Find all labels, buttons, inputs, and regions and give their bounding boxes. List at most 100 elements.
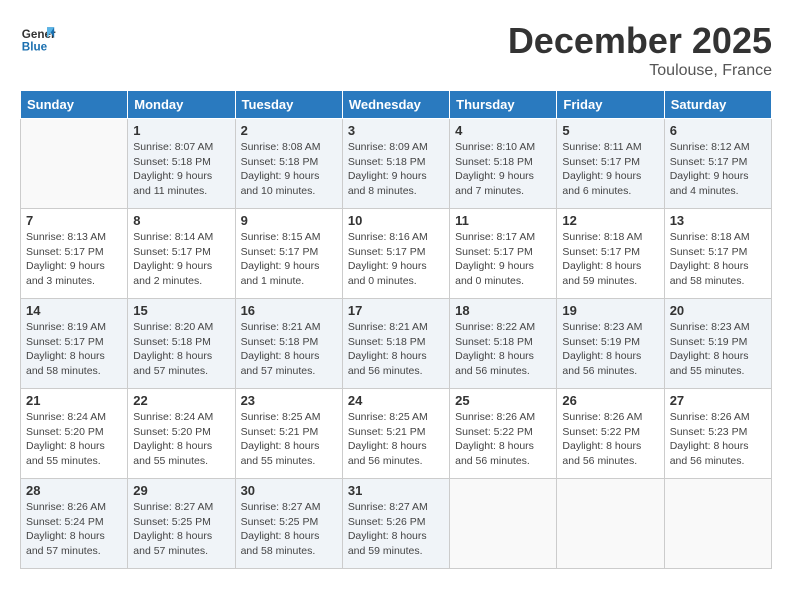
calendar-cell: 20 Sunrise: 8:23 AMSunset: 5:19 PMDayligh… <box>664 299 771 389</box>
calendar-cell <box>664 479 771 569</box>
calendar-cell: 19 Sunrise: 8:23 AMSunset: 5:19 PMDayligh… <box>557 299 664 389</box>
calendar-cell: 5 Sunrise: 8:11 AMSunset: 5:17 PMDaylight… <box>557 119 664 209</box>
calendar-week-row: 21 Sunrise: 8:24 AMSunset: 5:20 PMDayligh… <box>21 389 772 479</box>
day-info: Sunrise: 8:25 AMSunset: 5:21 PMDaylight:… <box>348 410 444 469</box>
calendar-cell: 8Sunrise: 8:14 AMSunset: 5:17 PMDaylight… <box>128 209 235 299</box>
day-info: Sunrise: 8:17 AMSunset: 5:17 PMDaylight:… <box>455 230 551 289</box>
day-number: 14 <box>26 303 122 318</box>
day-info: Sunrise: 8:25 AMSunset: 5:21 PMDaylight:… <box>241 410 337 469</box>
calendar-cell: 2Sunrise: 8:08 AMSunset: 5:18 PMDaylight… <box>235 119 342 209</box>
day-info: Sunrise: 8:18 AMSunset: 5:17 PMDaylight:… <box>562 230 658 289</box>
day-info: Sunrise: 8:11 AMSunset: 5:17 PMDaylight:… <box>562 140 658 199</box>
day-info: Sunrise: 8:07 AMSunset: 5:18 PMDaylight:… <box>133 140 229 199</box>
calendar-cell: 28 Sunrise: 8:26 AMSunset: 5:24 PMDayligh… <box>21 479 128 569</box>
day-info: Sunrise: 8:14 AMSunset: 5:17 PMDaylight:… <box>133 230 229 289</box>
day-number: 25 <box>455 393 551 408</box>
day-info: Sunrise: 8:24 AMSunset: 5:20 PMDaylight:… <box>133 410 229 469</box>
calendar-cell: 16 Sunrise: 8:21 AMSunset: 5:18 PMDayligh… <box>235 299 342 389</box>
logo-icon: General Blue <box>20 20 56 56</box>
column-header-wednesday: Wednesday <box>342 91 449 119</box>
day-number: 26 <box>562 393 658 408</box>
day-number: 12 <box>562 213 658 228</box>
day-number: 19 <box>562 303 658 318</box>
day-number: 10 <box>348 213 444 228</box>
day-number: 21 <box>26 393 122 408</box>
day-number: 22 <box>133 393 229 408</box>
calendar-cell <box>557 479 664 569</box>
day-info: Sunrise: 8:23 AMSunset: 5:19 PMDaylight:… <box>670 320 766 379</box>
day-number: 31 <box>348 483 444 498</box>
calendar-cell: 12 Sunrise: 8:18 AMSunset: 5:17 PMDayligh… <box>557 209 664 299</box>
calendar-cell: 24 Sunrise: 8:25 AMSunset: 5:21 PMDayligh… <box>342 389 449 479</box>
calendar-cell <box>450 479 557 569</box>
calendar-cell: 9 Sunrise: 8:15 AMSunset: 5:17 PMDaylight… <box>235 209 342 299</box>
calendar-cell: 30Sunrise: 8:27 AMSunset: 5:25 PMDayligh… <box>235 479 342 569</box>
day-number: 24 <box>348 393 444 408</box>
month-title: December 2025 <box>508 20 772 62</box>
calendar-cell: 29 Sunrise: 8:27 AMSunset: 5:25 PMDayligh… <box>128 479 235 569</box>
day-info: Sunrise: 8:23 AMSunset: 5:19 PMDaylight:… <box>562 320 658 379</box>
day-number: 16 <box>241 303 337 318</box>
day-info: Sunrise: 8:08 AMSunset: 5:18 PMDaylight:… <box>241 140 337 199</box>
day-info: Sunrise: 8:09 AMSunset: 5:18 PMDaylight:… <box>348 140 444 199</box>
column-header-monday: Monday <box>128 91 235 119</box>
day-info: Sunrise: 8:13 AMSunset: 5:17 PMDaylight:… <box>26 230 122 289</box>
day-number: 20 <box>670 303 766 318</box>
calendar-week-row: 1Sunrise: 8:07 AMSunset: 5:18 PMDaylight… <box>21 119 772 209</box>
day-info: Sunrise: 8:10 AMSunset: 5:18 PMDaylight:… <box>455 140 551 199</box>
calendar-cell: 6Sunrise: 8:12 AMSunset: 5:17 PMDaylight… <box>664 119 771 209</box>
column-header-sunday: Sunday <box>21 91 128 119</box>
title-area: December 2025 Toulouse, France <box>508 20 772 80</box>
calendar-cell: 18 Sunrise: 8:22 AMSunset: 5:18 PMDayligh… <box>450 299 557 389</box>
calendar-cell: 14Sunrise: 8:19 AMSunset: 5:17 PMDayligh… <box>21 299 128 389</box>
day-info: Sunrise: 8:26 AMSunset: 5:22 PMDaylight:… <box>562 410 658 469</box>
day-number: 29 <box>133 483 229 498</box>
day-number: 28 <box>26 483 122 498</box>
day-info: Sunrise: 8:15 AMSunset: 5:17 PMDaylight:… <box>241 230 337 289</box>
column-header-saturday: Saturday <box>664 91 771 119</box>
day-number: 9 <box>241 213 337 228</box>
calendar-cell: 21 Sunrise: 8:24 AMSunset: 5:20 PMDayligh… <box>21 389 128 479</box>
day-info: Sunrise: 8:27 AMSunset: 5:25 PMDaylight:… <box>133 500 229 559</box>
day-number: 15 <box>133 303 229 318</box>
calendar-cell: 11Sunrise: 8:17 AMSunset: 5:17 PMDayligh… <box>450 209 557 299</box>
day-info: Sunrise: 8:27 AMSunset: 5:26 PMDaylight:… <box>348 500 444 559</box>
calendar-week-row: 28 Sunrise: 8:26 AMSunset: 5:24 PMDayligh… <box>21 479 772 569</box>
day-number: 23 <box>241 393 337 408</box>
day-info: Sunrise: 8:16 AMSunset: 5:17 PMDaylight:… <box>348 230 444 289</box>
calendar-cell: 13 Sunrise: 8:18 AMSunset: 5:17 PMDayligh… <box>664 209 771 299</box>
day-info: Sunrise: 8:12 AMSunset: 5:17 PMDaylight:… <box>670 140 766 199</box>
day-number: 5 <box>562 123 658 138</box>
day-info: Sunrise: 8:20 AMSunset: 5:18 PMDaylight:… <box>133 320 229 379</box>
day-info: Sunrise: 8:27 AMSunset: 5:25 PMDaylight:… <box>241 500 337 559</box>
column-header-tuesday: Tuesday <box>235 91 342 119</box>
day-info: Sunrise: 8:21 AMSunset: 5:18 PMDaylight:… <box>241 320 337 379</box>
calendar-cell: 26 Sunrise: 8:26 AMSunset: 5:22 PMDayligh… <box>557 389 664 479</box>
calendar-cell: 1Sunrise: 8:07 AMSunset: 5:18 PMDaylight… <box>128 119 235 209</box>
location: Toulouse, France <box>508 62 772 80</box>
calendar-cell: 31 Sunrise: 8:27 AMSunset: 5:26 PMDayligh… <box>342 479 449 569</box>
day-number: 13 <box>670 213 766 228</box>
day-number: 4 <box>455 123 551 138</box>
column-header-thursday: Thursday <box>450 91 557 119</box>
day-number: 17 <box>348 303 444 318</box>
calendar-cell: 23 Sunrise: 8:25 AMSunset: 5:21 PMDayligh… <box>235 389 342 479</box>
calendar-cell <box>21 119 128 209</box>
day-info: Sunrise: 8:24 AMSunset: 5:20 PMDaylight:… <box>26 410 122 469</box>
svg-text:Blue: Blue <box>22 41 48 54</box>
calendar-cell: 7 Sunrise: 8:13 AMSunset: 5:17 PMDaylight… <box>21 209 128 299</box>
day-info: Sunrise: 8:26 AMSunset: 5:24 PMDaylight:… <box>26 500 122 559</box>
logo: General Blue <box>20 20 56 56</box>
calendar-cell: 25Sunrise: 8:26 AMSunset: 5:22 PMDayligh… <box>450 389 557 479</box>
day-info: Sunrise: 8:22 AMSunset: 5:18 PMDaylight:… <box>455 320 551 379</box>
calendar-header-row: SundayMondayTuesdayWednesdayThursdayFrid… <box>21 91 772 119</box>
calendar-cell: 3Sunrise: 8:09 AMSunset: 5:18 PMDaylight… <box>342 119 449 209</box>
day-info: Sunrise: 8:18 AMSunset: 5:17 PMDaylight:… <box>670 230 766 289</box>
page-header: General Blue December 2025 Toulouse, Fra… <box>20 20 772 80</box>
day-number: 7 <box>26 213 122 228</box>
calendar-cell: 22 Sunrise: 8:24 AMSunset: 5:20 PMDayligh… <box>128 389 235 479</box>
calendar-cell: 15 Sunrise: 8:20 AMSunset: 5:18 PMDayligh… <box>128 299 235 389</box>
calendar-week-row: 14Sunrise: 8:19 AMSunset: 5:17 PMDayligh… <box>21 299 772 389</box>
day-number: 18 <box>455 303 551 318</box>
calendar-week-row: 7 Sunrise: 8:13 AMSunset: 5:17 PMDaylight… <box>21 209 772 299</box>
